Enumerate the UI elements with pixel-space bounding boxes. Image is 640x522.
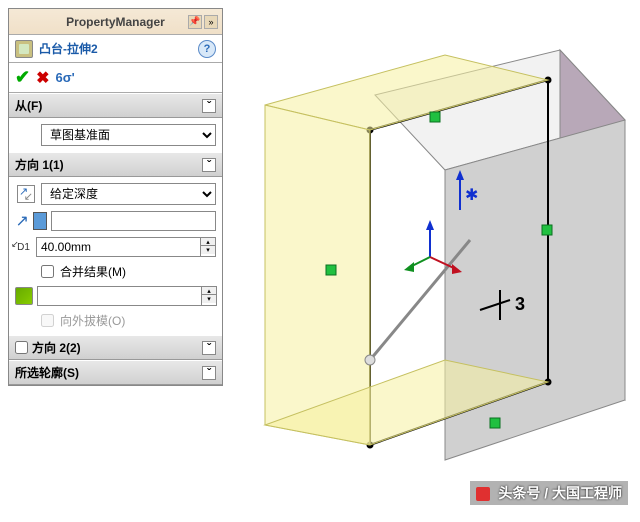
draft-spinner[interactable]: ▴▾: [201, 286, 217, 306]
panel-header: PropertyManager 📌 »: [9, 9, 222, 35]
panel-title: PropertyManager: [66, 15, 165, 29]
collapse-icon[interactable]: ˇ: [202, 158, 216, 172]
section-dir1-body: 给定深度 ↗ D1 ▴▾ 合并结果(M) ▴▾: [9, 177, 222, 335]
feature-name: 凸台-拉伸2: [39, 40, 98, 57]
section-contours-header[interactable]: 所选轮廓(S) ˇ: [9, 360, 222, 385]
graphics-viewport[interactable]: ✱ 3: [230, 0, 640, 517]
preview-button[interactable]: 6σ': [56, 70, 75, 85]
draft-outward-checkbox: [41, 314, 54, 327]
depth-dimension-icon: D1: [17, 242, 30, 253]
feature-row: 凸台-拉伸2 ?: [9, 35, 222, 63]
merge-result-checkbox[interactable]: [41, 265, 54, 278]
section-from-header[interactable]: 从(F) ˇ: [9, 93, 222, 118]
section-contours-label: 所选轮廓(S): [15, 364, 79, 381]
direction-color-swatch[interactable]: [33, 212, 47, 230]
depth-input[interactable]: [36, 237, 200, 257]
depth-spinner[interactable]: ▴▾: [200, 237, 216, 257]
cancel-button[interactable]: ✖: [36, 68, 49, 88]
pin-icon[interactable]: 📌: [188, 15, 202, 29]
collapse-icon[interactable]: ˇ: [202, 99, 216, 113]
start-condition-select[interactable]: 草图基准面: [41, 124, 216, 146]
watermark-text: 头条号 / 大国工程师: [498, 485, 622, 501]
section-dir1-header[interactable]: 方向 1(1) ˇ: [9, 152, 222, 177]
dir2-enable-checkbox[interactable]: [15, 341, 28, 354]
merge-result-label: 合并结果(M): [60, 263, 126, 280]
merge-result-row[interactable]: 合并结果(M): [15, 263, 216, 280]
section-from-body: 草图基准面: [9, 118, 222, 152]
direction-vector-field[interactable]: [51, 211, 216, 231]
watermark: 头条号 / 大国工程师: [470, 481, 628, 505]
section-dir1-label: 方向 1(1): [15, 156, 64, 173]
draft-outward-label: 向外拔模(O): [60, 312, 125, 329]
end-condition-select[interactable]: 给定深度: [41, 183, 216, 205]
extrude-feature-icon: [15, 40, 33, 58]
property-manager-panel: PropertyManager 📌 » 凸台-拉伸2 ? ✔ ✖ 6σ' 从(F…: [8, 8, 223, 386]
ok-button[interactable]: ✔: [15, 67, 30, 88]
draft-outward-row: 向外拔模(O): [15, 312, 216, 329]
watermark-logo-icon: [476, 487, 490, 501]
section-dir2-label: 方向 2(2): [32, 339, 81, 356]
section-dir2-header[interactable]: 方向 2(2) ˇ: [9, 335, 222, 360]
expand-icon[interactable]: ˇ: [202, 366, 216, 380]
expand-icon[interactable]: ˇ: [202, 341, 216, 355]
direction-vector-icon[interactable]: ↗: [15, 211, 28, 231]
dimension-value: 3: [515, 294, 525, 314]
draft-angle-input[interactable]: [37, 286, 201, 306]
panel-header-icons: 📌 »: [188, 15, 218, 29]
reverse-direction-icon[interactable]: [17, 185, 35, 203]
help-icon[interactable]: ?: [198, 40, 216, 58]
section-from-label: 从(F): [15, 97, 42, 114]
action-row: ✔ ✖ 6σ': [9, 63, 222, 93]
expand-icon[interactable]: »: [204, 15, 218, 29]
svg-text:✱: ✱: [465, 187, 478, 204]
draft-icon[interactable]: [15, 287, 33, 305]
